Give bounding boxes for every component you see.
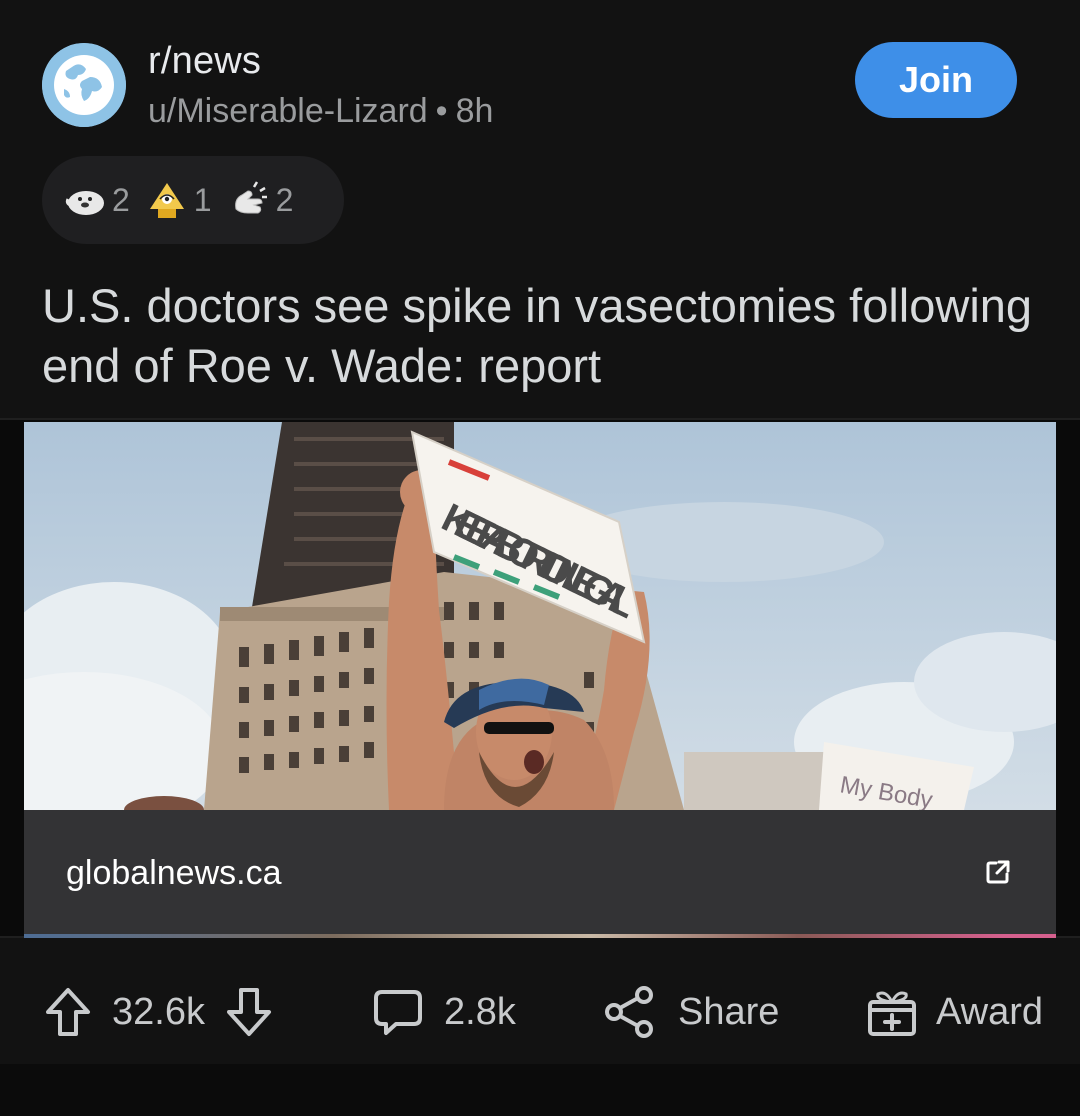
bottom-strip xyxy=(0,1064,1080,1116)
author-name[interactable]: u/Miserable-Lizard xyxy=(148,92,428,130)
wholesome-award-icon xyxy=(149,183,184,218)
award-item: 2 xyxy=(228,179,294,221)
downvote-icon[interactable] xyxy=(225,986,273,1038)
vote-group: 32.6k xyxy=(44,960,273,1064)
vote-score: 32.6k xyxy=(112,990,205,1033)
subreddit-avatar[interactable] xyxy=(42,43,126,127)
subreddit-name[interactable]: r/news xyxy=(148,40,261,83)
post-card: r/news u/Miserable-Lizard • 8h Join 2 1 … xyxy=(0,0,1080,1116)
helpful-seal-icon xyxy=(65,191,104,215)
share-button[interactable]: Share xyxy=(604,960,779,1064)
award-count: 1 xyxy=(193,181,212,218)
award-label: Award xyxy=(936,990,1044,1033)
post-header: r/news u/Miserable-Lizard • 8h Join xyxy=(0,0,1080,150)
award-button[interactable]: Award xyxy=(866,960,1043,1064)
take-my-energy-icon xyxy=(234,181,267,214)
award-item: 1 xyxy=(146,179,212,221)
gift-icon xyxy=(868,991,916,1036)
comment-count: 2.8k xyxy=(444,990,516,1033)
link-domain[interactable]: globalnews.ca xyxy=(66,854,281,893)
post-age: 8h xyxy=(455,92,494,130)
meta-separator: • xyxy=(435,92,448,130)
globe-icon xyxy=(42,43,126,127)
link-domain-bar[interactable]: globalnews.ca xyxy=(24,810,1056,936)
post-title[interactable]: U.S. doctors see spike in vasectomies fo… xyxy=(42,276,1042,396)
comments-button[interactable]: 2.8k xyxy=(372,960,516,1064)
link-thumbnail[interactable]: My Body KEEP ABORTION LEGAL xyxy=(24,422,1056,810)
post-meta: u/Miserable-Lizard • 8h xyxy=(148,92,493,131)
award-count: 2 xyxy=(275,181,294,218)
join-button[interactable]: Join xyxy=(855,42,1017,118)
protest-photo: My Body KEEP ABORTION LEGAL xyxy=(24,422,1056,810)
thumbnail-strip xyxy=(24,934,1056,938)
share-label: Share xyxy=(678,990,780,1033)
action-bar: 32.6k 2.8k Share Award xyxy=(0,960,1080,1064)
share-icon xyxy=(605,986,653,1038)
upvote-icon[interactable] xyxy=(44,986,92,1038)
award-item: 2 xyxy=(64,179,130,221)
external-link-icon[interactable] xyxy=(984,858,1012,886)
comment-icon xyxy=(374,990,422,1035)
awards-bar[interactable]: 2 1 2 xyxy=(42,156,344,244)
award-count: 2 xyxy=(112,181,130,218)
